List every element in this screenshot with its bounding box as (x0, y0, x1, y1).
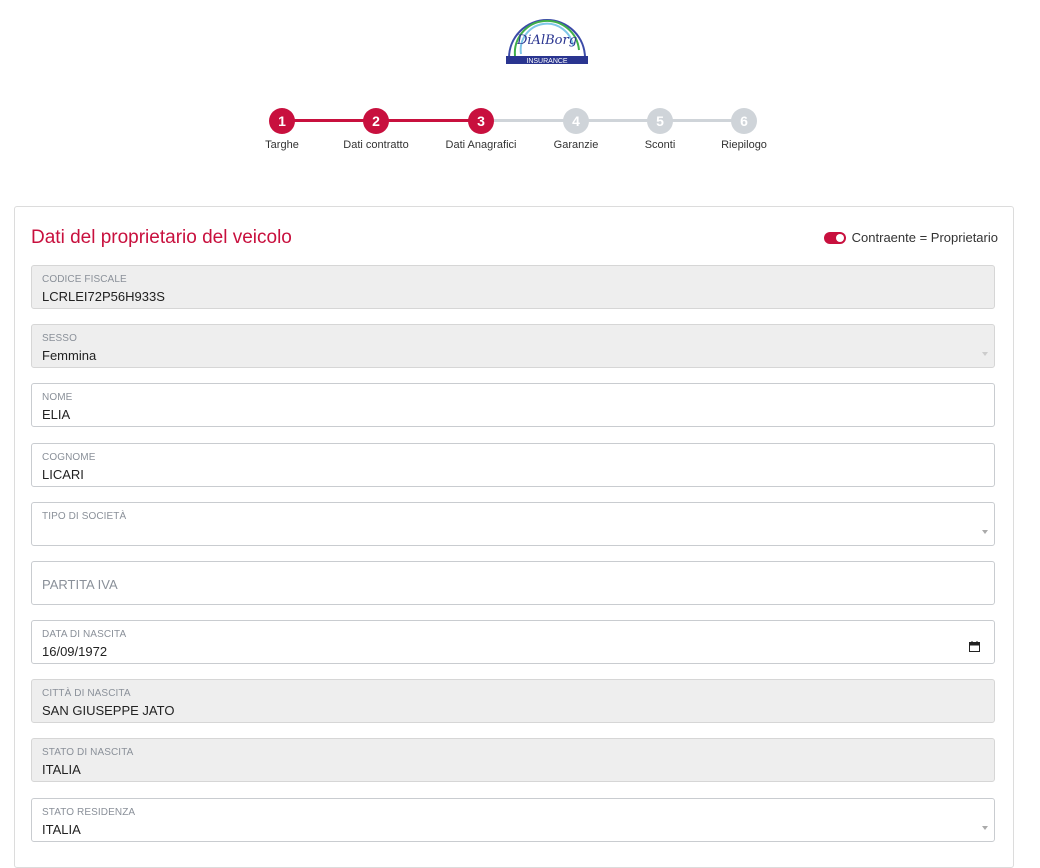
calendar-icon[interactable] (969, 641, 980, 652)
stato-nascita-field: STATO DI NASCITA ITALIA (31, 738, 995, 782)
field-label: STATO DI NASCITA (42, 747, 134, 758)
chevron-down-icon (982, 826, 988, 830)
logo-sub-text: INSURANCE (526, 58, 568, 65)
contraente-proprietario-toggle-group[interactable]: Contraente = Proprietario (823, 230, 998, 245)
sesso-select: SESSO Femmina (31, 324, 995, 368)
field-label: DATA DI NASCITA (42, 629, 127, 640)
field-label: SESSO (42, 333, 77, 344)
cognome-input[interactable]: COGNOME LICARI (31, 443, 995, 487)
field-value: 16/09/1972 (42, 644, 108, 659)
stato-residenza-select[interactable]: STATO RESIDENZA ITALIA (31, 798, 995, 842)
step-number: 1 (269, 108, 295, 134)
field-label: NOME (42, 392, 73, 403)
chevron-down-icon (982, 352, 988, 356)
toggle-knob (835, 233, 844, 242)
logo-brand-text: DiAlBorg (516, 33, 577, 48)
company-logo: DiAlBorg INSURANCE (503, 6, 591, 66)
step-number: 2 (363, 108, 389, 134)
field-value: SAN GIUSEPPE JATO (42, 703, 175, 718)
codice-fiscale-field: CODICE FISCALE LCRLEI72P56H933S (31, 265, 995, 309)
step-dati-contratto[interactable]: 2 Dati contratto (326, 108, 426, 151)
tipo-societa-select[interactable]: TIPO DI SOCIETÀ (31, 502, 995, 546)
step-label: Dati Anagrafici (445, 139, 517, 151)
owner-data-card: Dati del proprietario del veicolo Contra… (14, 206, 1014, 868)
field-placeholder: PARTITA IVA (42, 577, 118, 592)
step-number: 4 (563, 108, 589, 134)
toggle-label: Contraente = Proprietario (851, 230, 998, 245)
step-label: Dati contratto (343, 139, 409, 151)
step-number: 6 (731, 108, 757, 134)
field-label: CODICE FISCALE (42, 274, 127, 285)
step-number: 5 (647, 108, 673, 134)
field-label: STATO RESIDENZA (42, 807, 136, 818)
step-targhe[interactable]: 1 Targhe (232, 108, 332, 151)
contraente-proprietario-toggle[interactable] (823, 231, 846, 244)
field-label: COGNOME (42, 452, 96, 463)
step-label: Targhe (265, 139, 299, 151)
step-label: Riepilogo (721, 139, 767, 151)
data-nascita-input[interactable]: DATA DI NASCITA 16/09/1972 (31, 620, 995, 664)
field-value: LICARI (42, 467, 84, 482)
field-value: ITALIA (42, 822, 81, 837)
field-value: ITALIA (42, 762, 81, 777)
chevron-down-icon (982, 530, 988, 534)
field-label: TIPO DI SOCIETÀ (42, 511, 127, 522)
nome-input[interactable]: NOME ELIA (31, 383, 995, 427)
citta-nascita-field: CITTÀ DI NASCITA SAN GIUSEPPE JATO (31, 679, 995, 723)
section-title: Dati del proprietario del veicolo (31, 227, 292, 248)
field-value: Femmina (42, 348, 97, 363)
field-value: LCRLEI72P56H933S (42, 289, 165, 304)
step-number: 3 (468, 108, 494, 134)
field-label: CITTÀ DI NASCITA (42, 688, 131, 699)
step-dati-anagrafici[interactable]: 3 Dati Anagrafici (431, 108, 531, 151)
step-riepilogo: 6 Riepilogo (694, 108, 794, 151)
partita-iva-input[interactable]: PARTITA IVA (31, 561, 995, 605)
field-value: ELIA (42, 407, 71, 422)
